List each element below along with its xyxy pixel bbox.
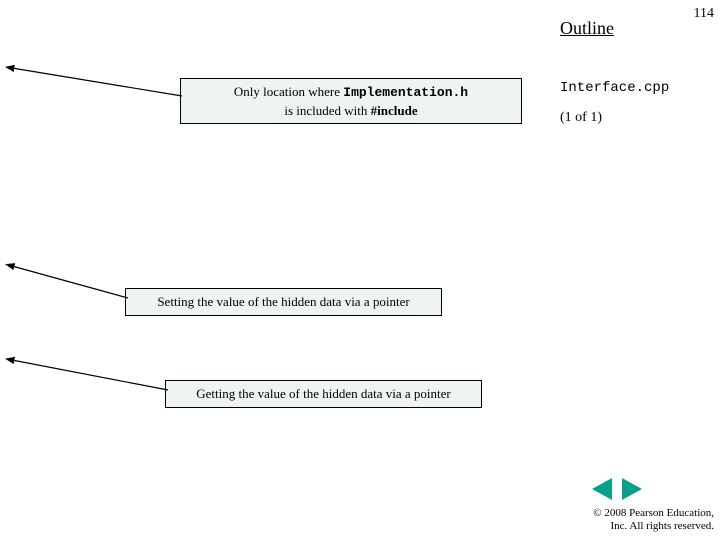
copyright-line: Inc. All rights reserved.	[593, 520, 714, 534]
slide: 114 Outline Interface.cpp (1 of 1) Only …	[0, 0, 720, 540]
copyright: © 2008 Pearson Education, Inc. All right…	[593, 507, 714, 535]
slide-nav	[592, 478, 642, 500]
copyright-line: © 2008 Pearson Education,	[593, 507, 714, 521]
callout-keyword: #include	[371, 103, 418, 118]
prev-slide-button[interactable]	[592, 478, 612, 500]
page-number: 114	[694, 6, 714, 22]
source-file-name: Interface.cpp	[560, 80, 669, 96]
outline-heading: Outline	[560, 18, 614, 39]
callout-text: is included with	[284, 103, 370, 118]
next-slide-button[interactable]	[622, 478, 642, 500]
callout-set-pointer: Setting the value of the hidden data via…	[125, 288, 442, 316]
callout-text: Only location where	[234, 84, 343, 99]
page-range: (1 of 1)	[560, 110, 602, 126]
arrow-icon	[0, 60, 200, 120]
callout-code: Implementation.h	[343, 85, 468, 100]
callout-get-pointer: Getting the value of the hidden data via…	[165, 380, 482, 408]
callout-include-location: Only location where Implementation.h is …	[180, 78, 522, 124]
